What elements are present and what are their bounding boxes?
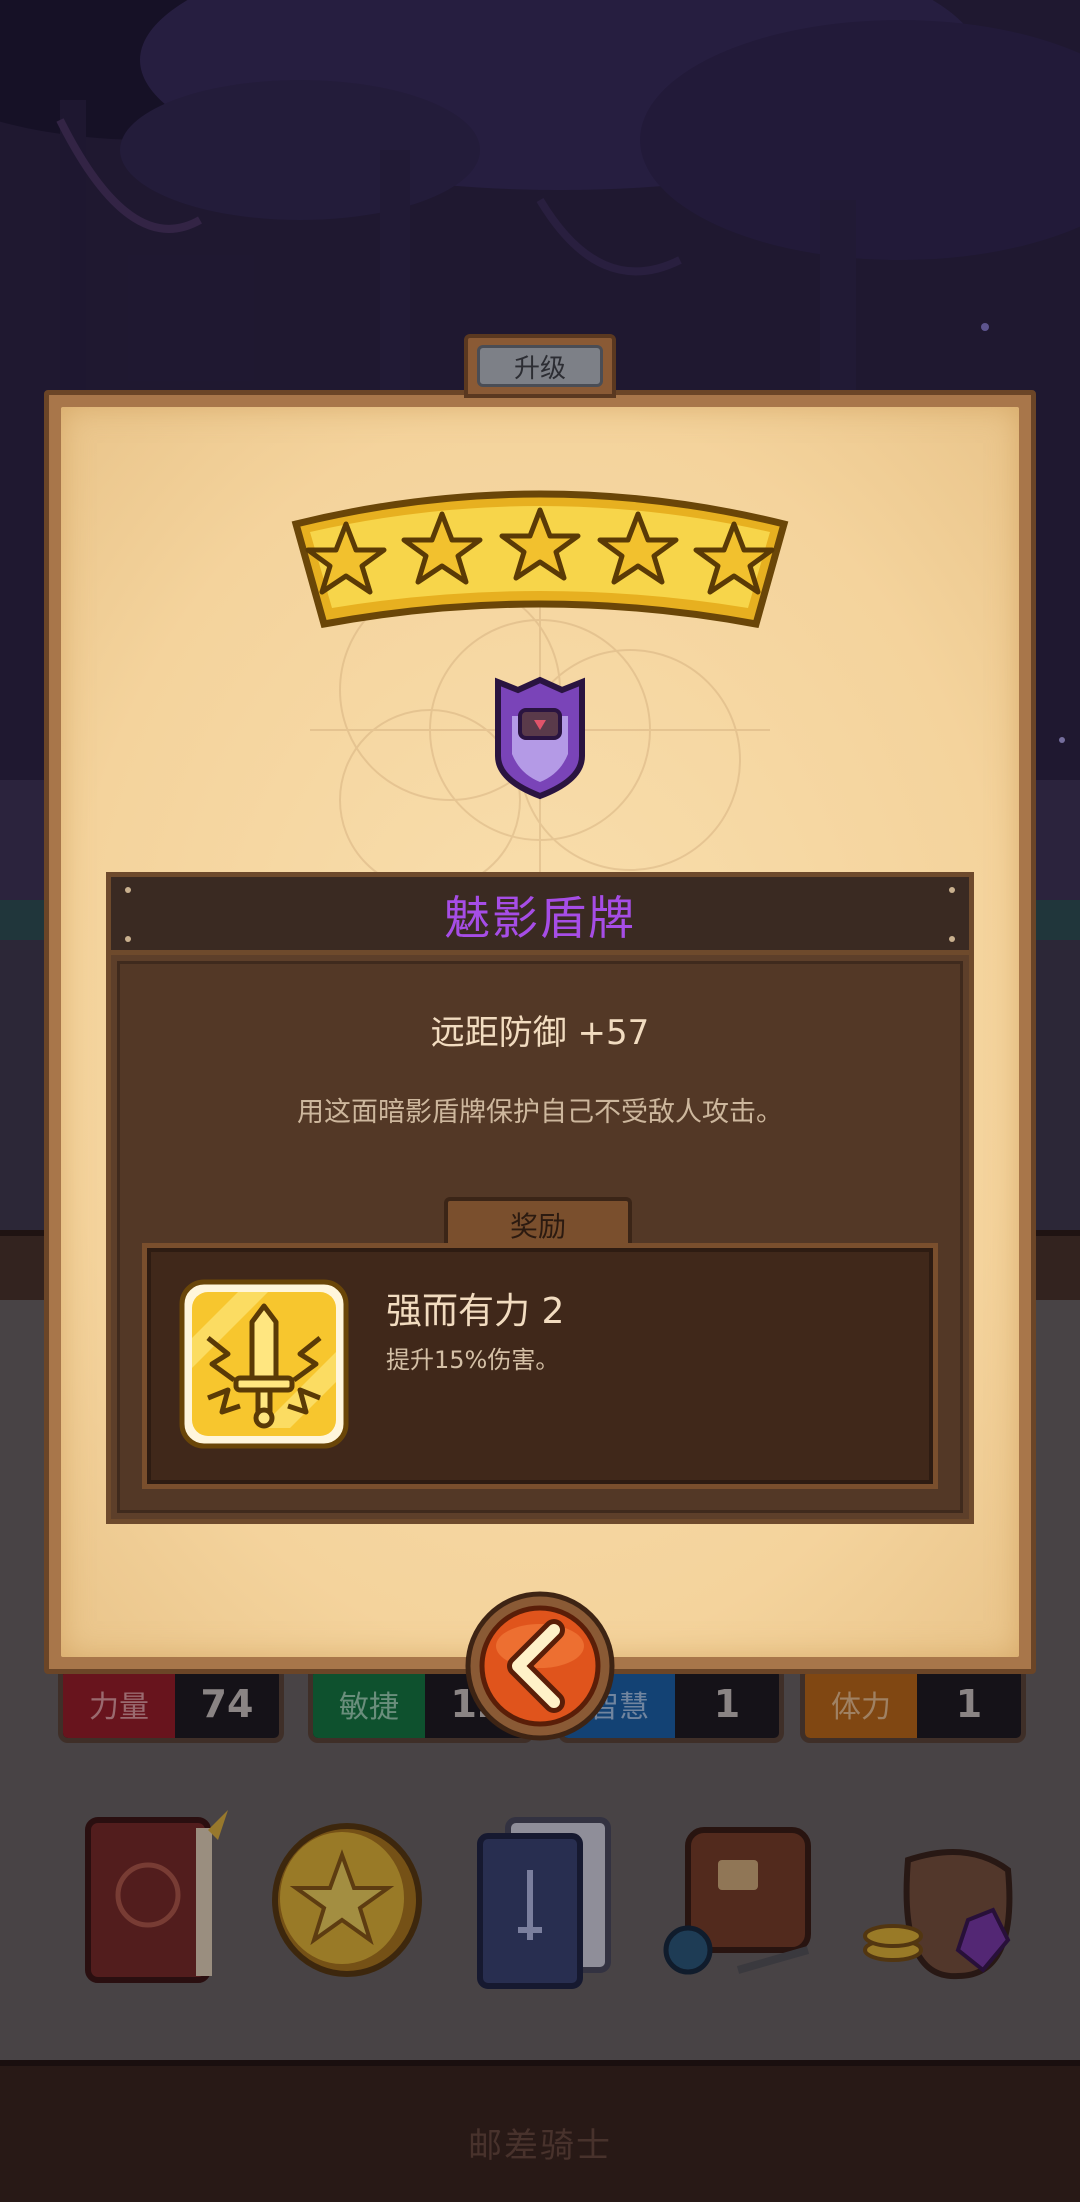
rivet <box>949 936 955 942</box>
rivet <box>949 887 955 893</box>
item-description: 用这面暗影盾牌保护自己不受敌人攻击。 <box>297 1097 783 1128</box>
sword-burst-icon <box>179 1279 349 1449</box>
rivet <box>125 887 131 893</box>
phantom-shield-icon <box>495 676 585 800</box>
item-name-bar: 魅影盾牌 <box>106 872 974 952</box>
back-button[interactable] <box>464 1590 616 1742</box>
item-name: 魅影盾牌 <box>444 890 636 945</box>
upgrade-tab: 升级 <box>464 334 616 398</box>
reward-description: 提升15%伤害。 <box>386 1346 560 1374</box>
reward-title: 强而有力 2 <box>386 1291 565 1332</box>
star-rating-banner <box>291 490 789 629</box>
reward-tab: 奖励 <box>444 1197 632 1249</box>
item-stat: 远距防御 +57 <box>430 1013 650 1053</box>
rivet <box>125 936 131 942</box>
upgrade-tab-label: 升级 <box>477 345 603 387</box>
